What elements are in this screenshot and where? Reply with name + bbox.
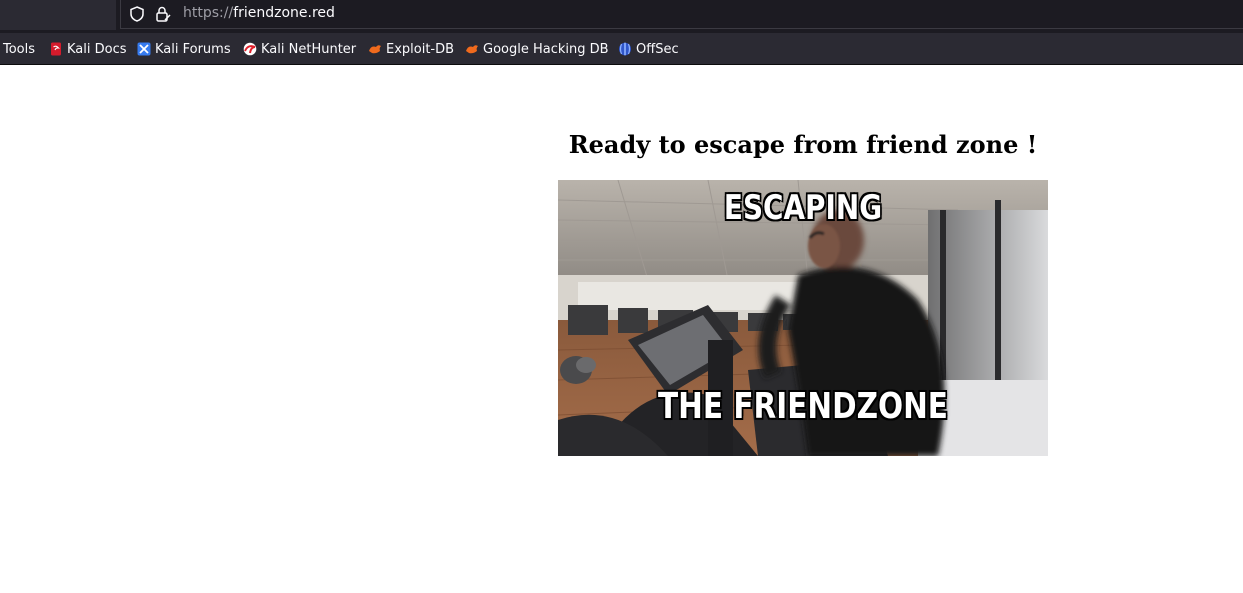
bookmark-tools[interactable]: Tools	[3, 40, 35, 58]
bookmark-kali-forums[interactable]: Kali Forums	[137, 40, 231, 58]
bookmark-google-hacking-db[interactable]: Google Hacking DB	[465, 40, 609, 58]
bookmark-label: Tools	[3, 41, 36, 57]
kali-docs-icon	[51, 42, 61, 56]
address-bar[interactable]: https://friendzone.red	[120, 0, 1243, 29]
url-scheme: https://	[183, 5, 234, 21]
exploit-db-icon	[369, 45, 381, 54]
bookmark-label: Google Hacking DB	[483, 41, 609, 57]
url-host: friendzone.red	[233, 5, 335, 21]
bookmark-label: Exploit-DB	[386, 41, 455, 57]
gif-bottom-caption: THE FRIENDZONE	[658, 386, 948, 427]
kali-nethunter-icon	[243, 42, 257, 56]
bookmark-offsec[interactable]: OffSec	[618, 40, 679, 58]
kali-forums-icon	[137, 42, 151, 56]
exploit-db-icon	[466, 45, 478, 54]
url-text[interactable]: https://friendzone.red	[183, 4, 335, 22]
bookmark-label: Kali Forums	[155, 41, 231, 57]
bookmark-label: OffSec	[636, 41, 679, 57]
bookmark-exploit-db[interactable]: Exploit-DB	[368, 40, 454, 58]
bookmark-label: Kali NetHunter	[261, 41, 357, 57]
bookmark-kali-nethunter[interactable]: Kali NetHunter	[243, 40, 356, 58]
lock-icon[interactable]	[154, 5, 172, 23]
bookmarks-toolbar: Tools Kali Docs Kali Forums Kali NetHunt…	[0, 33, 1243, 65]
browser-tab-strip	[0, 0, 116, 30]
bookmark-label: Kali Docs	[67, 41, 127, 57]
browser-top-bar: https://friendzone.red	[0, 0, 1243, 33]
offsec-icon	[619, 42, 631, 56]
gif-top-caption: ESCAPING	[723, 188, 883, 228]
shield-icon[interactable]	[128, 5, 146, 23]
bookmark-kali-docs[interactable]: Kali Docs	[49, 40, 127, 58]
page-title: Ready to escape from friend zone !	[568, 130, 1038, 159]
escaping-friendzone-gif: ESCAPING THE FRIENDZONE	[558, 180, 1048, 456]
